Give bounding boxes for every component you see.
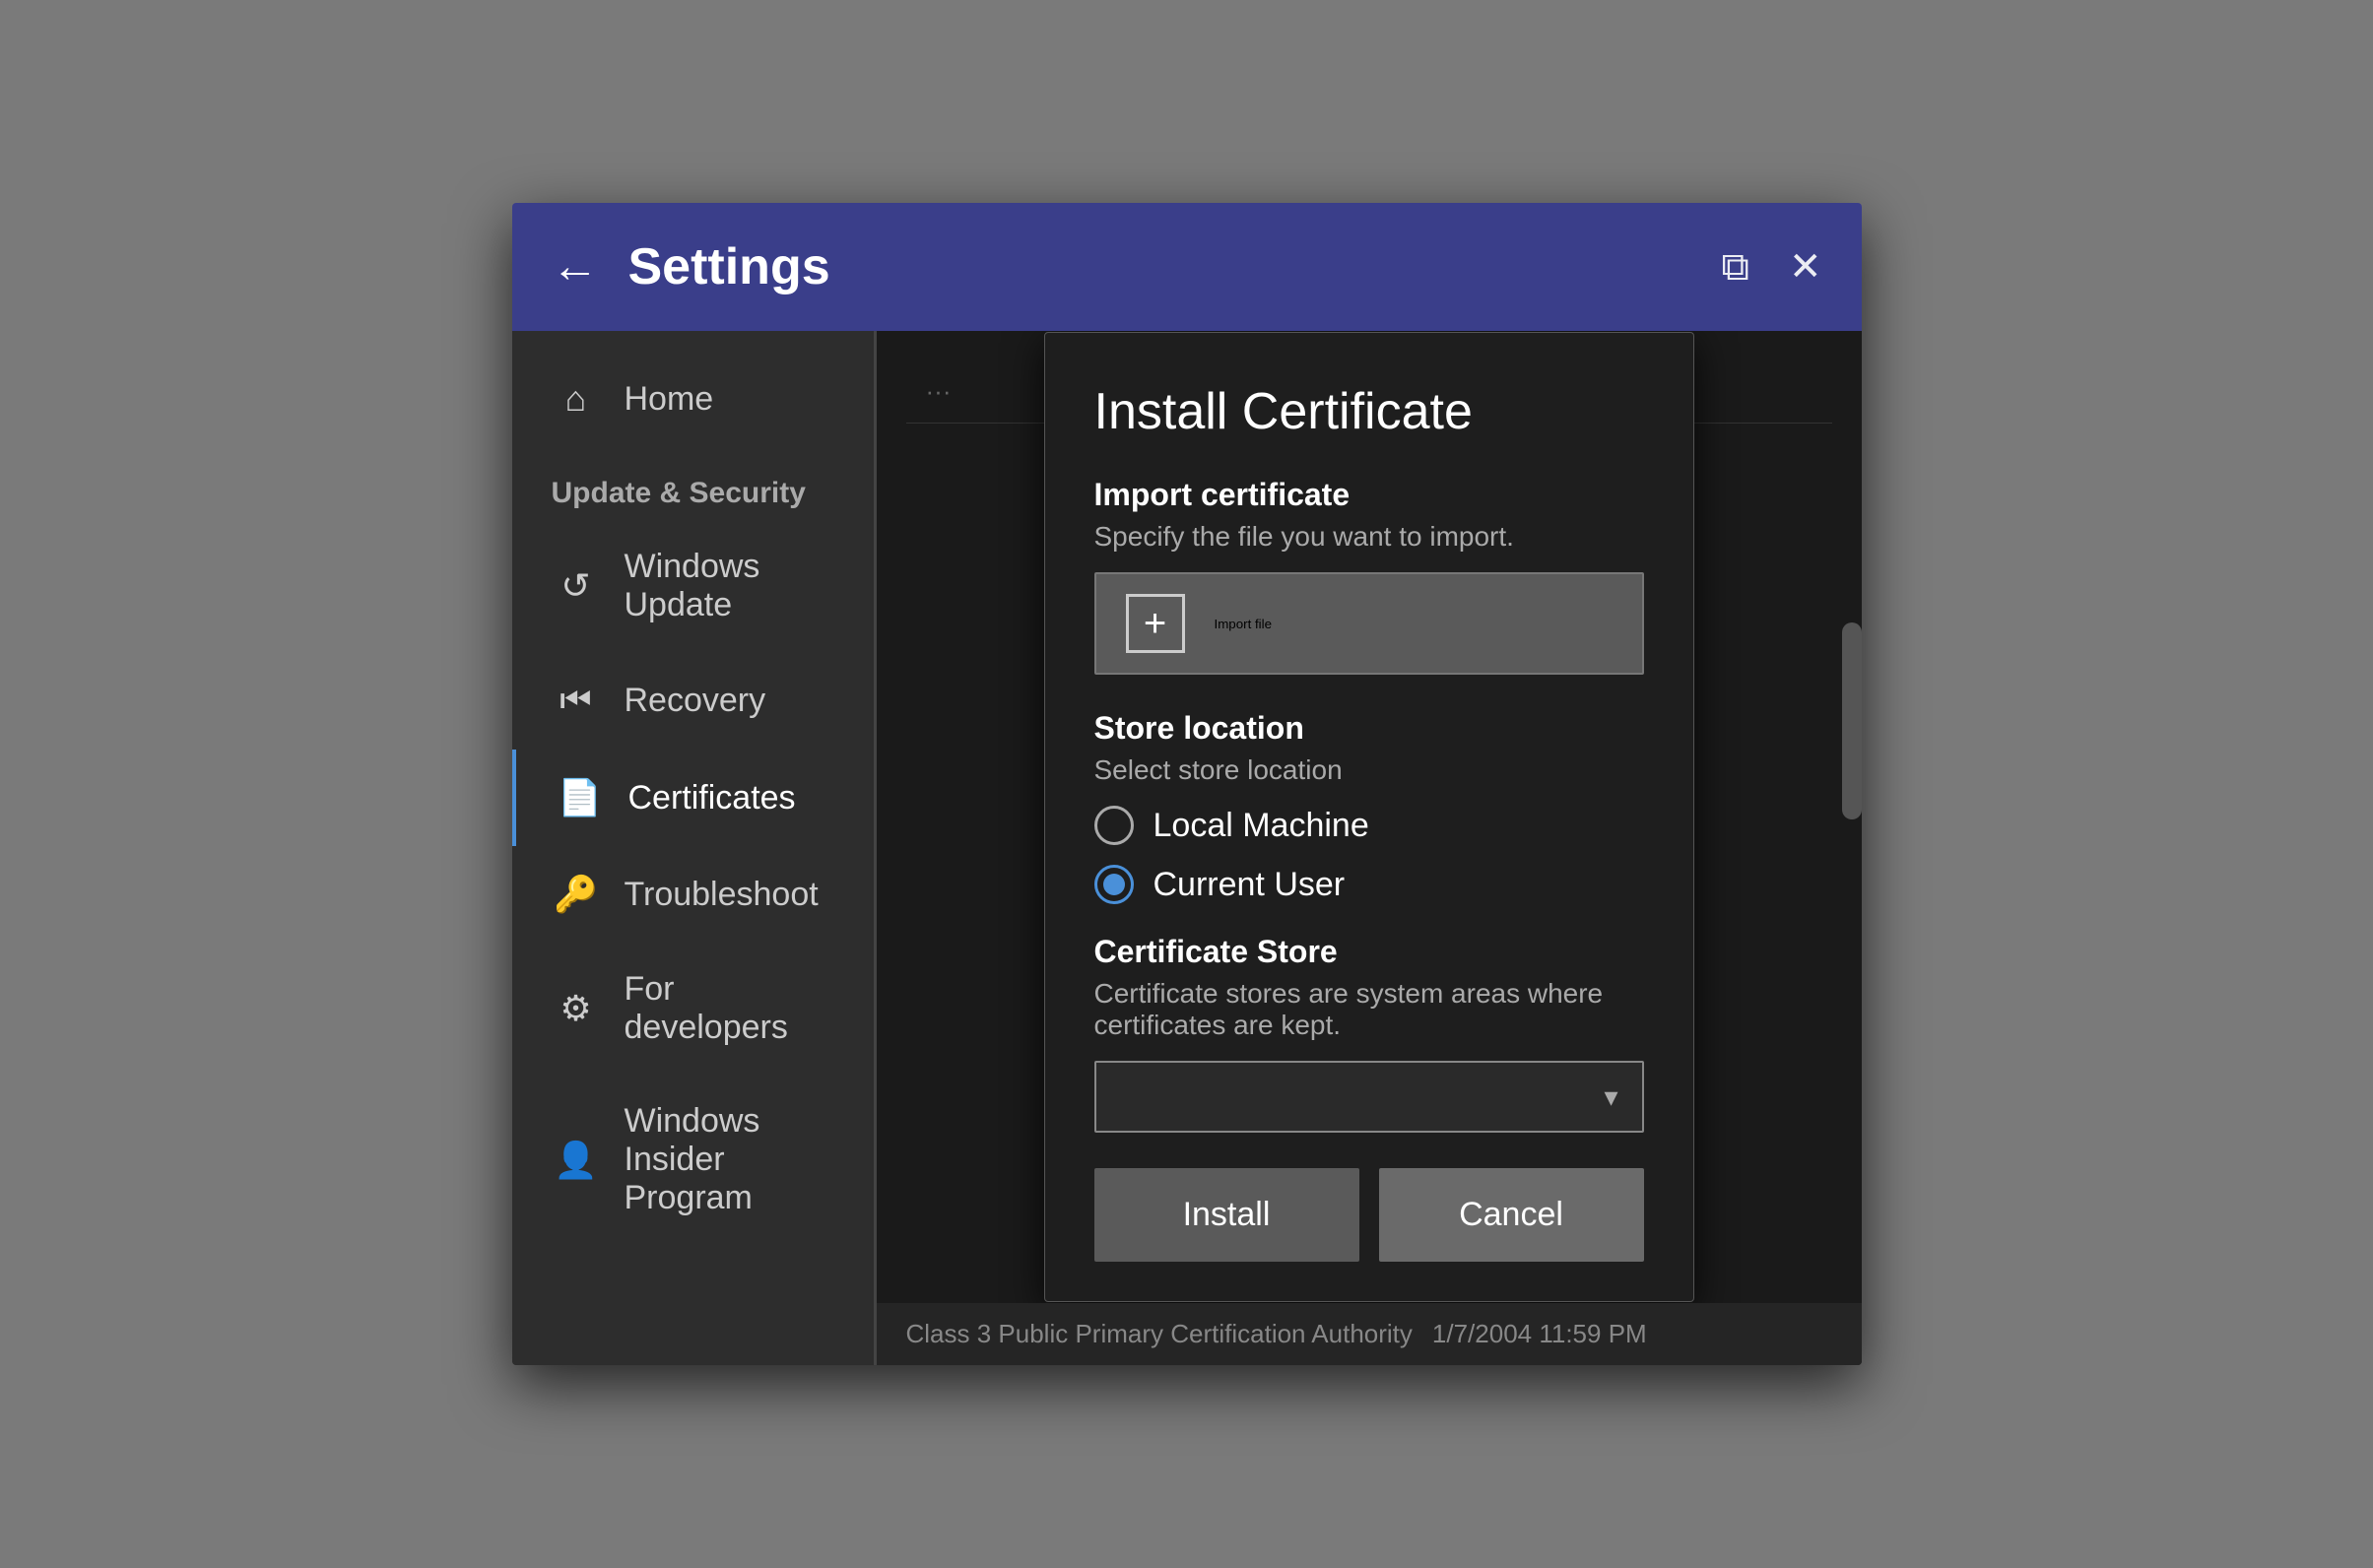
cert-store-dropdown[interactable]: ▾	[1094, 1061, 1644, 1133]
store-location-radio-group: Local Machine Current User	[1094, 806, 1644, 904]
bg-content: ··· Install Certificate Import certifica…	[877, 331, 1862, 1303]
sidebar-recovery-label: Recovery	[625, 682, 766, 720]
certificates-icon: 📄	[556, 777, 605, 818]
import-file-button[interactable]: + Import file	[1094, 572, 1644, 675]
titlebar: ← Settings ⧉ ✕	[512, 203, 1862, 331]
sidebar-item-certificates[interactable]: 📄 Certificates	[512, 750, 874, 846]
for-developers-icon: ⚙	[552, 988, 601, 1029]
cert-store-desc: Certificate stores are system areas wher…	[1094, 978, 1644, 1041]
cert-store-section: Certificate Store Certificate stores are…	[1094, 934, 1644, 1133]
bottom-bar-text: Class 3 Public Primary Certification Aut…	[906, 1319, 1413, 1349]
action-buttons: Install Cancel	[1094, 1168, 1644, 1262]
dialog-title: Install Certificate	[1094, 382, 1644, 441]
chevron-down-icon: ▾	[1604, 1080, 1617, 1113]
sidebar-windows-insider-label: Windows Insider Program	[625, 1102, 834, 1217]
install-certificate-dialog: Install Certificate Import certificate S…	[1044, 332, 1694, 1302]
sidebar-home-label: Home	[625, 380, 714, 419]
sidebar-section-label: Update & Security	[512, 447, 874, 520]
bottom-bar: Class 3 Public Primary Certification Aut…	[877, 1303, 1862, 1365]
sidebar: ⌂ Home Update & Security ↺ Windows Updat…	[512, 331, 877, 1365]
recovery-icon: ⏮	[552, 680, 601, 722]
sidebar-item-troubleshoot[interactable]: 🔑 Troubleshoot	[512, 846, 874, 943]
dialog-overlay: Install Certificate Import certificate S…	[877, 331, 1862, 1303]
local-machine-radio[interactable]	[1094, 806, 1134, 845]
home-icon: ⌂	[552, 378, 601, 420]
import-file-label: Import file	[1215, 617, 1273, 631]
titlebar-title: Settings	[628, 237, 1722, 296]
windows-update-icon: ↺	[552, 565, 601, 607]
sidebar-item-home[interactable]: ⌂ Home	[512, 351, 874, 447]
sidebar-item-recovery[interactable]: ⏮ Recovery	[512, 652, 874, 750]
current-user-label: Current User	[1154, 866, 1346, 904]
current-user-radio[interactable]	[1094, 865, 1134, 904]
window-controls: ⧉ ✕	[1721, 244, 1821, 290]
current-user-radio-inner	[1103, 874, 1125, 895]
sidebar-troubleshoot-label: Troubleshoot	[625, 876, 819, 914]
sidebar-item-for-developers[interactable]: ⚙ For developers	[512, 943, 874, 1075]
app-window: ← Settings ⧉ ✕ ⌂ Home Update & Security …	[512, 203, 1862, 1365]
sidebar-for-developers-label: For developers	[625, 970, 834, 1047]
bottom-bar-date: 1/7/2004 11:59 PM	[1432, 1319, 1647, 1349]
store-location-label: Store location	[1094, 710, 1644, 747]
sidebar-windows-update-label: Windows Update	[625, 548, 834, 624]
current-user-option[interactable]: Current User	[1094, 865, 1644, 904]
import-section-desc: Specify the file you want to import.	[1094, 521, 1644, 553]
sidebar-item-windows-update[interactable]: ↺ Windows Update	[512, 520, 874, 652]
window-body: ⌂ Home Update & Security ↺ Windows Updat…	[512, 331, 1862, 1365]
local-machine-option[interactable]: Local Machine	[1094, 806, 1644, 845]
cert-store-label: Certificate Store	[1094, 934, 1644, 970]
sidebar-item-windows-insider[interactable]: 👤 Windows Insider Program	[512, 1075, 874, 1245]
import-section-label: Import certificate	[1094, 477, 1644, 513]
local-machine-label: Local Machine	[1154, 807, 1369, 845]
windows-insider-icon: 👤	[552, 1140, 601, 1181]
store-location-desc: Select store location	[1094, 754, 1644, 786]
troubleshoot-icon: 🔑	[552, 874, 601, 915]
back-button[interactable]: ←	[552, 243, 599, 291]
close-button[interactable]: ✕	[1789, 244, 1822, 290]
cancel-button[interactable]: Cancel	[1379, 1168, 1644, 1262]
install-button[interactable]: Install	[1094, 1168, 1359, 1262]
sidebar-certificates-label: Certificates	[628, 779, 796, 817]
restore-button[interactable]: ⧉	[1721, 245, 1749, 290]
plus-icon: +	[1126, 594, 1185, 653]
main-content: ··· Install Certificate Import certifica…	[877, 331, 1862, 1365]
